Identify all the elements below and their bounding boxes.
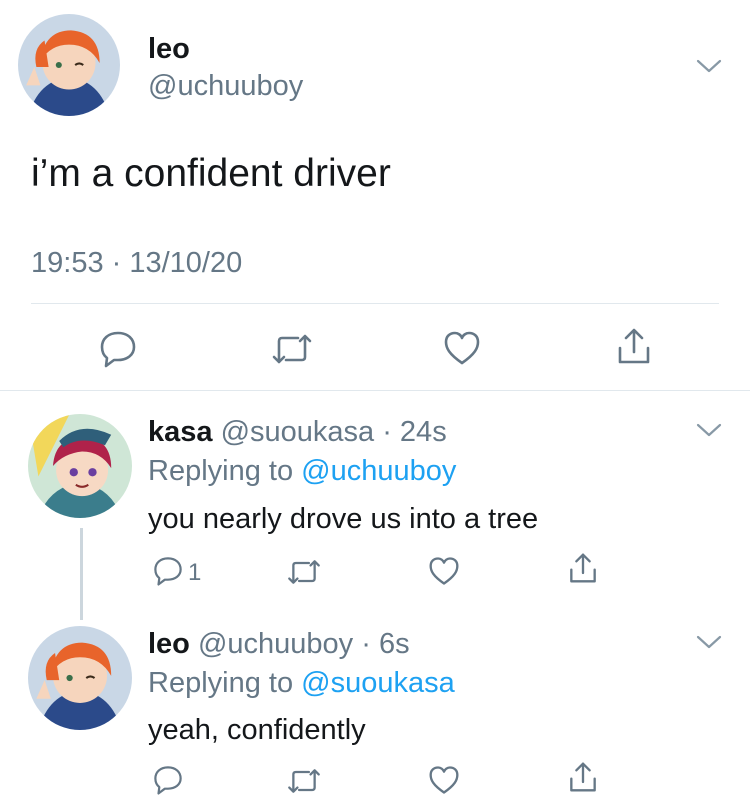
reply-icon[interactable]	[152, 556, 184, 586]
mention-link[interactable]: @uchuuboy	[301, 455, 456, 487]
reply-header: leo @uchuuboy · 6s	[148, 628, 410, 661]
avatar[interactable]	[18, 14, 120, 116]
avatar[interactable]	[28, 626, 132, 730]
like-icon[interactable]	[443, 330, 481, 366]
replying-to-line: Replying to @suoukasa	[148, 667, 455, 700]
tweet-text: you nearly drove us into a tree	[148, 503, 539, 535]
display-name[interactable]: leo	[148, 33, 190, 66]
retweet-icon[interactable]	[286, 558, 322, 586]
share-icon[interactable]	[568, 551, 598, 585]
replying-prefix: Replying to	[148, 667, 302, 699]
tweet-text: i’m a confident driver	[31, 152, 391, 195]
chevron-down-icon[interactable]	[696, 58, 722, 74]
reply-count: 1	[188, 559, 202, 586]
share-icon[interactable]	[568, 760, 598, 794]
section-divider	[0, 390, 750, 391]
reply-icon[interactable]	[98, 330, 138, 368]
reply-icon[interactable]	[152, 765, 184, 795]
display-name[interactable]: leo	[148, 628, 190, 660]
thread-line	[80, 528, 83, 620]
handle[interactable]: @uchuuboy	[148, 70, 303, 103]
replying-prefix: Replying to	[148, 455, 302, 487]
retweet-icon[interactable]	[286, 767, 322, 795]
handle-time[interactable]: @suoukasa · 24s	[221, 416, 447, 448]
divider	[31, 303, 719, 304]
share-icon[interactable]	[616, 326, 652, 366]
display-name[interactable]: kasa	[148, 416, 213, 448]
reply-header: kasa @suoukasa · 24s	[148, 416, 447, 449]
avatar[interactable]	[28, 414, 132, 518]
handle-time[interactable]: @uchuuboy · 6s	[198, 628, 410, 660]
chevron-down-icon[interactable]	[696, 634, 722, 650]
replying-to-line: Replying to @uchuuboy	[148, 455, 456, 488]
chevron-down-icon[interactable]	[696, 422, 722, 438]
timestamp[interactable]: 19:53 · 13/10/20	[31, 247, 242, 280]
like-icon[interactable]	[428, 556, 460, 586]
tweet-text: yeah, confidently	[148, 714, 366, 746]
mention-link[interactable]: @suoukasa	[301, 667, 455, 699]
retweet-icon[interactable]	[270, 332, 314, 366]
like-icon[interactable]	[428, 765, 460, 795]
